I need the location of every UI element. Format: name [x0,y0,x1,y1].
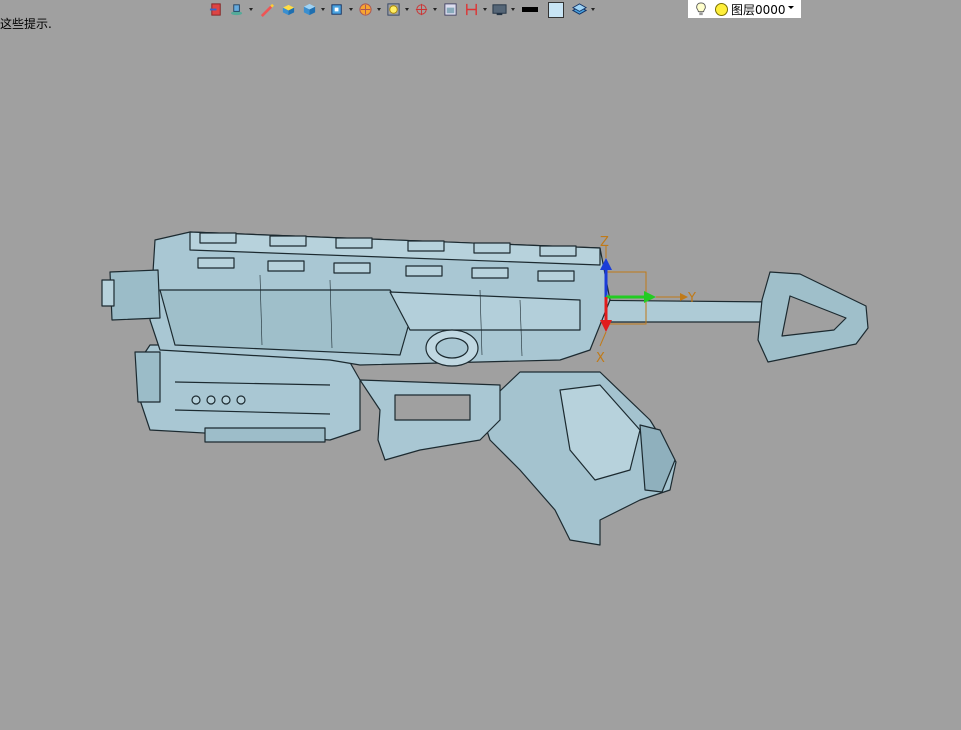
blaster-model [101,231,869,546]
solid-icon[interactable] [278,1,298,18]
chevron-down-icon[interactable] [788,6,794,9]
zoom-fit-icon[interactable] [384,1,410,18]
z-axis-label: Z [600,235,609,250]
3d-viewport[interactable]: Z Y X [0,0,961,730]
section-icon[interactable] [440,1,460,18]
chevron-down-icon [249,8,253,11]
lightbulb-icon [696,2,706,16]
display-icon[interactable] [490,1,516,18]
view-toolbar [206,0,596,19]
layer-select[interactable]: 图层0000 [688,0,801,18]
view-cube-icon[interactable] [328,1,354,18]
layer-color-icon [715,2,728,16]
exit-icon[interactable] [206,1,226,18]
y-axis-label: Y [687,291,696,306]
render-icon[interactable] [356,1,382,18]
measure-icon[interactable] [462,1,488,18]
pen-icon[interactable] [256,1,276,18]
line-color-swatch[interactable] [522,7,538,12]
layer-manager-icon[interactable] [570,1,596,18]
shaded-view-icon[interactable] [300,1,326,18]
fill-color-swatch[interactable] [548,1,564,18]
layers-icon[interactable] [228,1,254,18]
layer-name: 图层0000 [731,2,786,17]
status-hint: 这些提示. [0,17,52,31]
orient-icon[interactable] [412,1,438,18]
x-axis-label: X [596,351,605,366]
